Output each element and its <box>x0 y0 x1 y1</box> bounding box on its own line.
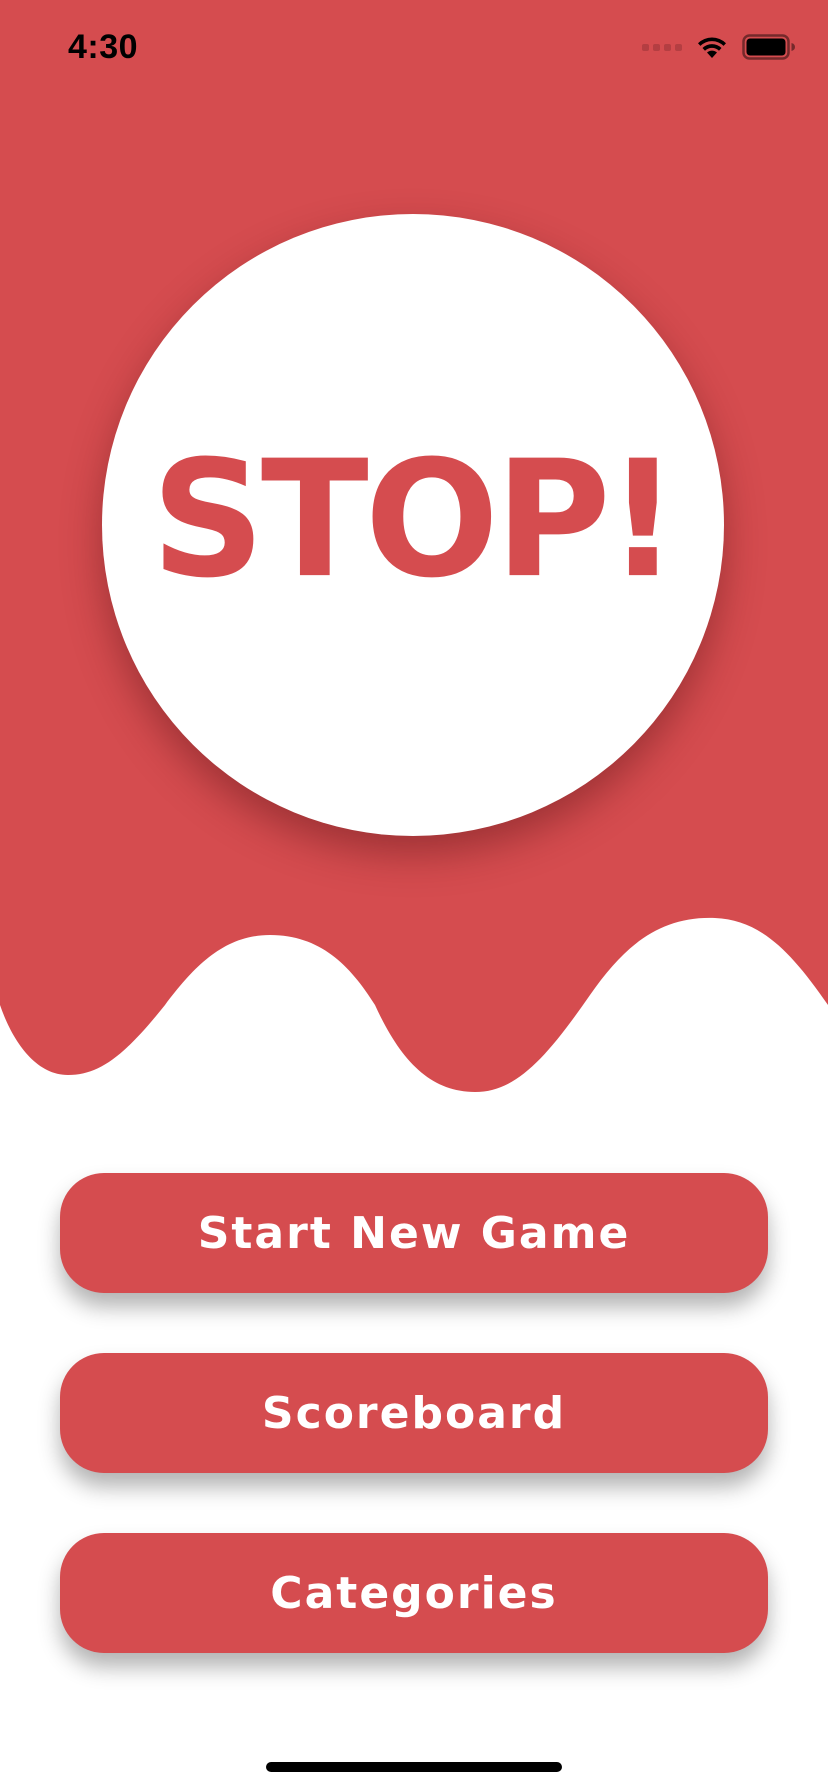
status-bar: 4:30 <box>0 0 828 100</box>
scoreboard-label: Scoreboard <box>261 1387 567 1439</box>
start-new-game-button[interactable]: Start New Game <box>60 1173 768 1293</box>
status-time: 4:30 <box>68 28 139 66</box>
scoreboard-button[interactable]: Scoreboard <box>60 1353 768 1473</box>
battery-icon <box>742 34 795 60</box>
cellular-signal-icon <box>642 43 682 51</box>
status-icons <box>642 34 796 60</box>
categories-button[interactable]: Categories <box>60 1533 768 1653</box>
logo-circle: STOP! <box>102 214 724 836</box>
home-indicator[interactable] <box>266 1762 562 1772</box>
home-screen: 4:30 STOP! Start New Game Scoreboard Cat… <box>0 0 828 1792</box>
app-logo-text: STOP! <box>151 426 679 614</box>
start-new-game-label: Start New Game <box>197 1207 631 1259</box>
categories-label: Categories <box>270 1567 558 1619</box>
wifi-icon <box>698 37 726 58</box>
